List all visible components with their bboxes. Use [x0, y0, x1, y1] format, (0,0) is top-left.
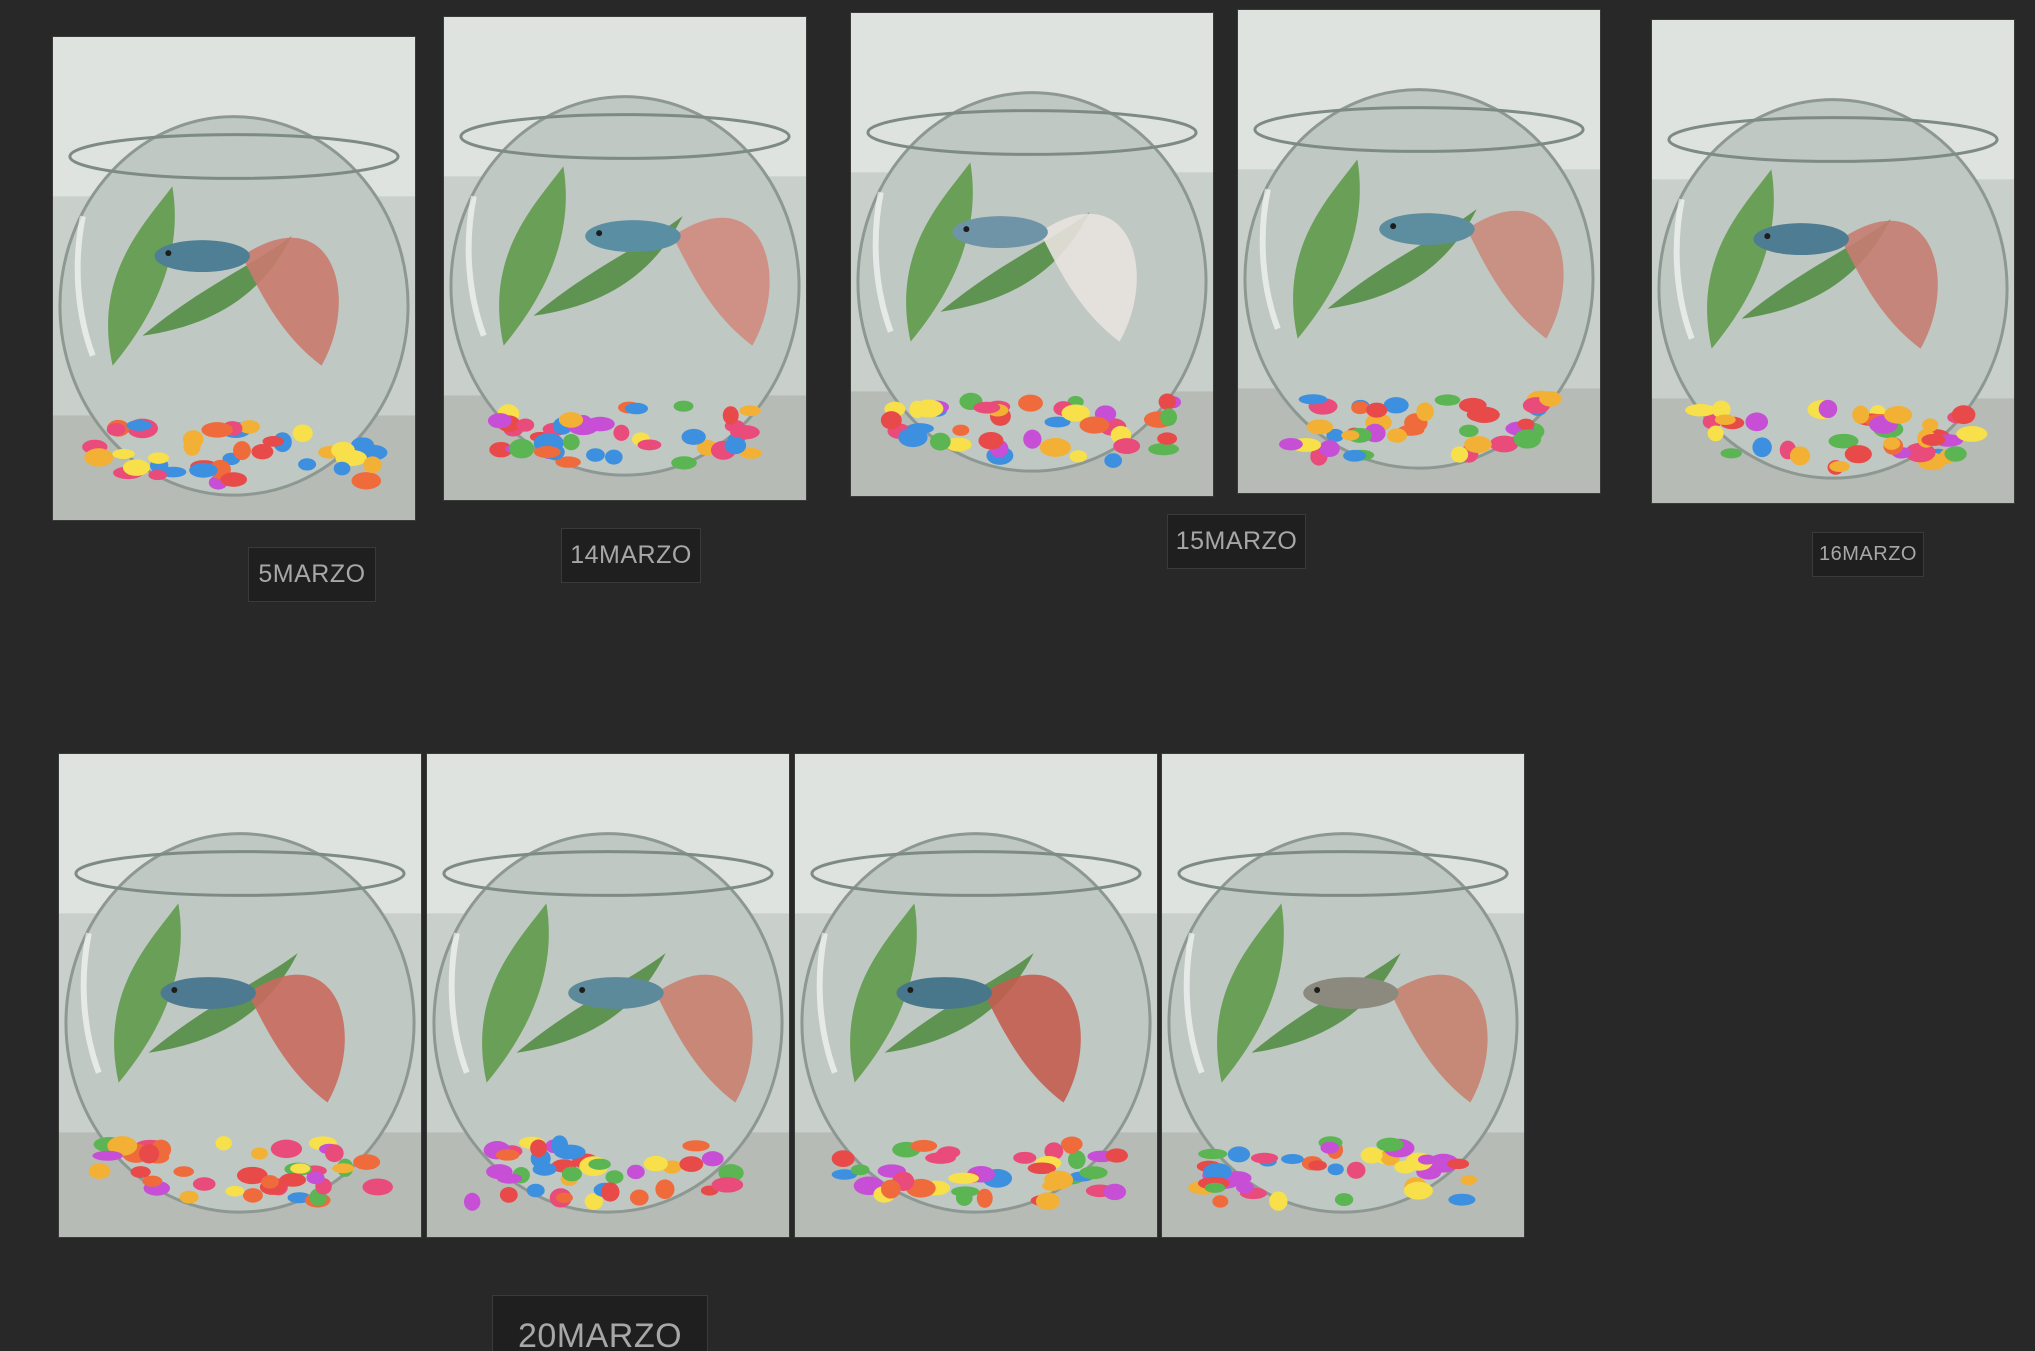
date-label: 20MARZO: [492, 1295, 708, 1351]
fishbowl-photo-image: [1162, 754, 1524, 1237]
fishbowl-photo-image: [427, 754, 789, 1237]
date-label: 16MARZO: [1812, 532, 1924, 577]
photo-gallery-page: 5MARZO 14MARZO 15MARZO 16MARZO 20MARZO: [0, 0, 2035, 1351]
date-label: 14MARZO: [561, 528, 701, 583]
fishbowl-photo-image: [53, 37, 415, 520]
gallery-photo[interactable]: [58, 753, 422, 1238]
fishbowl-photo-image: [795, 754, 1157, 1237]
gallery-photo[interactable]: [794, 753, 1158, 1238]
gallery-photo[interactable]: [52, 36, 416, 521]
gallery-photo[interactable]: [426, 753, 790, 1238]
date-label: 5MARZO: [248, 547, 376, 602]
gallery-photo[interactable]: [1651, 19, 2015, 504]
fishbowl-photo-image: [1652, 20, 2014, 503]
gallery-photo[interactable]: [443, 16, 807, 501]
fishbowl-photo-image: [444, 17, 806, 500]
gallery-photo[interactable]: [1237, 9, 1601, 494]
fishbowl-photo-image: [851, 13, 1213, 496]
gallery-photo[interactable]: [1161, 753, 1525, 1238]
fishbowl-photo-image: [59, 754, 421, 1237]
gallery-photo[interactable]: [850, 12, 1214, 497]
fishbowl-photo-image: [1238, 10, 1600, 493]
date-label: 15MARZO: [1167, 514, 1306, 569]
